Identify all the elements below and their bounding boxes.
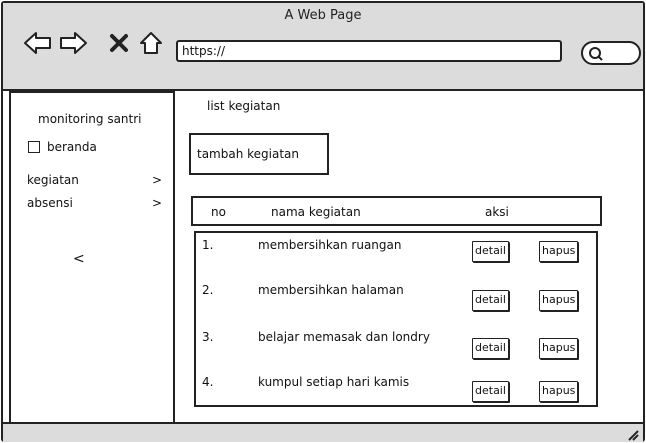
activity-name: membersihkan halaman bbox=[258, 283, 404, 297]
back-arrow-icon bbox=[24, 32, 51, 54]
sidebar-item-label: kegiatan bbox=[27, 173, 79, 187]
chevron-right-icon: > bbox=[151, 173, 162, 187]
search-button[interactable] bbox=[581, 41, 641, 65]
detail-button[interactable]: detail bbox=[472, 241, 509, 262]
activity-name: belajar memasak dan londry bbox=[258, 330, 430, 344]
stop-button[interactable] bbox=[107, 27, 131, 59]
browser-toolbar: A Web Page https:// bbox=[3, 3, 643, 91]
add-activity-button[interactable]: tambah kegiatan bbox=[189, 133, 329, 175]
status-bar bbox=[3, 422, 643, 442]
collapse-sidebar-icon[interactable]: < bbox=[73, 251, 85, 267]
column-header-action: aksi bbox=[485, 205, 509, 219]
row-number: 2. bbox=[202, 283, 214, 297]
row-number: 4. bbox=[202, 375, 214, 389]
window-title: A Web Page bbox=[284, 8, 362, 23]
close-x-icon bbox=[110, 34, 128, 52]
table-row: 3. belajar memasak dan londry detail hap… bbox=[196, 330, 596, 370]
delete-button[interactable]: hapus bbox=[539, 241, 579, 262]
resize-grip-icon[interactable] bbox=[625, 427, 639, 441]
home-button[interactable] bbox=[136, 27, 166, 59]
table-header: no nama kegiatan aksi bbox=[191, 196, 602, 226]
table-row: 4. kumpul setiap hari kamis detail hapus bbox=[196, 375, 596, 415]
detail-button[interactable]: detail bbox=[472, 381, 509, 402]
column-header-no: no bbox=[211, 205, 226, 219]
sidebar: monitoring santri beranda kegiatan > abs… bbox=[9, 91, 175, 424]
activity-name: membersihkan ruangan bbox=[258, 238, 402, 252]
beranda-checkbox[interactable] bbox=[28, 141, 40, 153]
activity-name: kumpul setiap hari kamis bbox=[258, 375, 410, 389]
page-title: list kegiatan bbox=[207, 99, 281, 113]
back-button[interactable] bbox=[23, 27, 53, 59]
address-bar[interactable]: https:// bbox=[176, 40, 562, 62]
delete-button[interactable]: hapus bbox=[539, 290, 579, 311]
table-body: 1. membersihkan ruangan detail hapus 2. … bbox=[194, 231, 598, 407]
search-icon bbox=[589, 47, 603, 61]
column-header-name: nama kegiatan bbox=[271, 205, 361, 219]
sidebar-item-kegiatan[interactable]: kegiatan > bbox=[27, 173, 162, 187]
sidebar-item-absensi[interactable]: absensi > bbox=[27, 196, 162, 210]
delete-button[interactable]: hapus bbox=[539, 381, 579, 402]
forward-button[interactable] bbox=[58, 27, 88, 59]
forward-arrow-icon bbox=[60, 32, 87, 54]
sidebar-title: monitoring santri bbox=[38, 112, 142, 126]
detail-button[interactable]: detail bbox=[472, 338, 509, 359]
sidebar-item-label: absensi bbox=[27, 196, 73, 210]
delete-button[interactable]: hapus bbox=[539, 338, 579, 359]
browser-window: A Web Page https:// monitoring santri be… bbox=[1, 1, 645, 442]
table-row: 1. membersihkan ruangan detail hapus bbox=[196, 238, 596, 278]
detail-button[interactable]: detail bbox=[472, 290, 509, 311]
beranda-label: beranda bbox=[47, 140, 97, 154]
home-icon bbox=[140, 32, 162, 54]
row-number: 1. bbox=[202, 238, 214, 252]
chevron-right-icon: > bbox=[151, 196, 162, 210]
table-row: 2. membersihkan halaman detail hapus bbox=[196, 283, 596, 323]
row-number: 3. bbox=[202, 330, 214, 344]
sidebar-item-beranda[interactable]: beranda bbox=[28, 140, 97, 154]
